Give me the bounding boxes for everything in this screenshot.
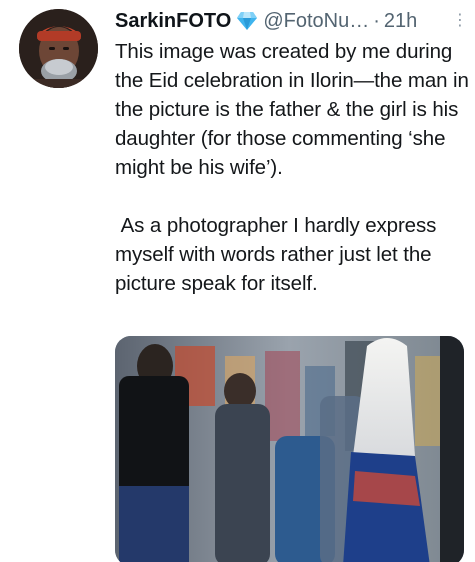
tweet-photo[interactable]: [115, 336, 464, 562]
avatar-image: [19, 9, 98, 88]
tweet-header: SarkinFOTO @FotoNu… · 21h ⋮: [115, 6, 470, 36]
blue-diamond-icon: [236, 11, 258, 31]
separator-dot: ·: [373, 9, 380, 32]
avatar[interactable]: [19, 9, 98, 88]
timestamp[interactable]: 21h: [384, 10, 417, 33]
tweet-paragraph: As a photographer I hardly express mysel…: [115, 214, 442, 295]
tweet-paragraph: This image was created by me during the …: [115, 40, 469, 179]
photo-image: [115, 336, 464, 562]
display-name[interactable]: SarkinFOTO: [115, 10, 231, 33]
tweet-content: SarkinFOTO @FotoNu… · 21h ⋮ This image w…: [115, 6, 470, 298]
tweet-text: This image was created by me during the …: [115, 37, 470, 298]
tweet[interactable]: SarkinFOTO @FotoNu… · 21h ⋮ This image w…: [0, 0, 475, 562]
more-options-icon[interactable]: ⋮: [452, 13, 470, 29]
user-handle[interactable]: @FotoNu…: [263, 10, 369, 33]
